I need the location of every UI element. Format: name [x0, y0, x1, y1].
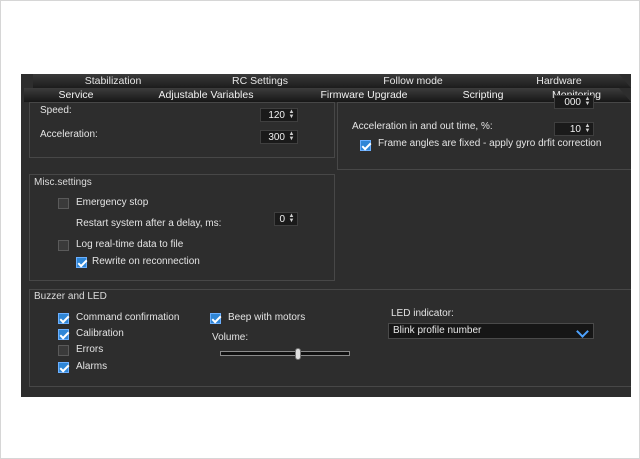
accel-time-value: 10 — [569, 124, 581, 135]
misc-settings-panel: Misc.settings Emergency stop Restart sys… — [29, 174, 335, 281]
spin-arrows-icon[interactable]: ▲ ▼ — [584, 123, 591, 135]
spin-arrows-icon[interactable]: ▲ ▼ — [288, 109, 295, 121]
calibration-checkbox[interactable] — [58, 329, 69, 340]
errors-checkbox[interactable] — [58, 345, 69, 356]
restart-delay-label: Restart system after a delay, ms: — [76, 218, 222, 229]
emergency-stop-checkbox[interactable] — [58, 198, 69, 209]
spin-arrows-icon[interactable]: ▲ ▼ — [288, 213, 295, 225]
tab-service[interactable]: Service — [24, 88, 128, 102]
speed-value: 120 — [268, 110, 285, 121]
tab-stabilization[interactable]: Stabilization — [33, 74, 193, 88]
log-data-checkbox[interactable] — [58, 240, 69, 251]
volume-slider-thumb[interactable] — [295, 348, 301, 360]
calibration-label: Calibration — [76, 328, 124, 339]
beep-with-motors-label: Beep with motors — [228, 312, 306, 323]
errors-label: Errors — [76, 344, 104, 355]
top-value: 000 — [564, 97, 581, 108]
tab-rc-settings[interactable]: RC Settings — [181, 74, 339, 88]
tab-row-bottom: Service Adjustable Variables Firmware Up… — [21, 88, 631, 102]
speed-spinbox[interactable]: 120 ▲ ▼ — [260, 108, 298, 122]
tab-follow-mode[interactable]: Follow mode — [327, 74, 499, 88]
acceleration-label: Acceleration: — [40, 129, 98, 140]
top-spinbox[interactable]: 000 ▲ ▼ — [554, 95, 594, 109]
restart-delay-spinbox[interactable]: 0 ▲ ▼ — [274, 212, 298, 226]
tab-row-top: Stabilization RC Settings Follow mode Ha… — [21, 74, 631, 88]
acceleration-spinbox[interactable]: 300 ▲ ▼ — [260, 130, 298, 144]
frame-angles-label: Frame angles are fixed - apply gyro drfi… — [378, 138, 602, 149]
misc-settings-title: Misc.settings — [34, 177, 92, 188]
tab-scripting[interactable]: Scripting — [432, 88, 534, 102]
rewrite-label: Rewrite on reconnection — [92, 256, 200, 267]
tab-firmware-upgrade[interactable]: Firmware Upgrade — [284, 88, 444, 102]
command-confirmation-label: Command confirmation — [76, 312, 180, 323]
frame-angles-checkbox[interactable] — [360, 140, 371, 151]
buzzer-led-title: Buzzer and LED — [34, 291, 107, 302]
restart-delay-value: 0 — [279, 214, 285, 225]
rewrite-checkbox[interactable] — [76, 257, 87, 268]
alarms-label: Alarms — [76, 361, 108, 372]
volume-label: Volume: — [212, 332, 249, 343]
emergency-stop-label: Emergency stop — [76, 197, 149, 208]
volume-slider[interactable] — [220, 351, 350, 356]
acceleration-value: 300 — [268, 132, 285, 143]
beep-with-motors-checkbox[interactable] — [210, 313, 221, 324]
led-indicator-select[interactable]: Blink profile number — [388, 323, 594, 339]
accel-time-spinbox[interactable]: 10 ▲ ▼ — [554, 122, 594, 136]
command-confirmation-checkbox[interactable] — [58, 313, 69, 324]
app-window: Stabilization RC Settings Follow mode Ha… — [21, 74, 631, 397]
buzzer-led-panel: Buzzer and LED Command confirmation Cali… — [29, 289, 631, 387]
led-indicator-label: LED indicator: — [391, 308, 454, 319]
led-indicator-value: Blink profile number — [393, 325, 482, 336]
accel-time-label: Acceleration in and out time, %: — [352, 121, 493, 132]
follow-settings-panel: 000 ▲ ▼ Acceleration in and out time, %: … — [337, 95, 631, 170]
tab-hardware[interactable]: Hardware — [487, 74, 631, 88]
speed-label: Speed: — [40, 105, 72, 116]
spin-arrows-icon[interactable]: ▲ ▼ — [584, 96, 591, 108]
motor-settings-panel: Speed: 120 ▲ ▼ Acceleration: 300 ▲ ▼ — [29, 102, 335, 158]
alarms-checkbox[interactable] — [58, 362, 69, 373]
window-frame: Stabilization RC Settings Follow mode Ha… — [0, 0, 640, 459]
tab-adjustable-variables[interactable]: Adjustable Variables — [116, 88, 296, 102]
spin-arrows-icon[interactable]: ▲ ▼ — [288, 131, 295, 143]
log-data-label: Log real-time data to file — [76, 239, 184, 250]
chevron-down-icon[interactable] — [576, 325, 589, 338]
